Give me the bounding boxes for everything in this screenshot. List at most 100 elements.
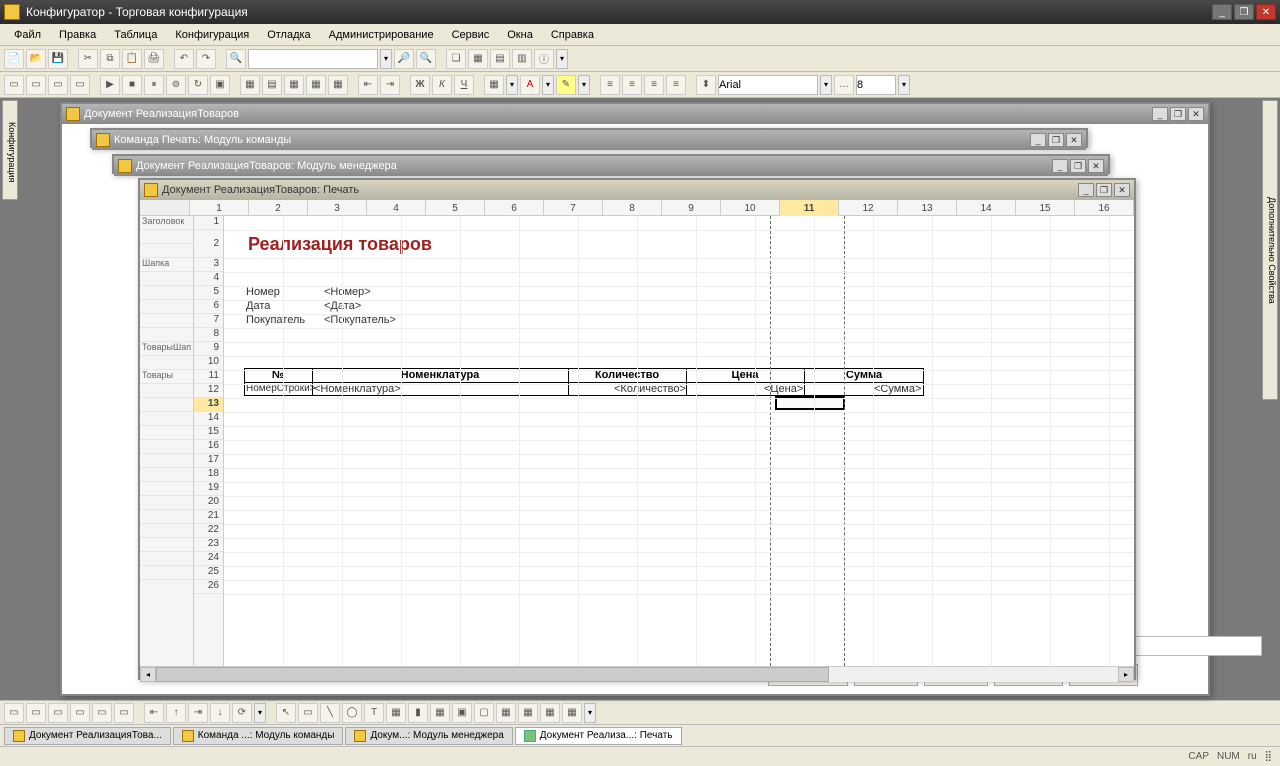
menu-help[interactable]: Справка — [543, 27, 602, 43]
mgr-close-button[interactable]: ✕ — [1088, 159, 1104, 173]
row-header-25[interactable]: 25 — [194, 566, 223, 580]
split-icon[interactable]: ▤ — [262, 75, 282, 95]
row-header-18[interactable]: 18 — [194, 468, 223, 482]
row-header-10[interactable]: 10 — [194, 356, 223, 370]
row-numbers[interactable]: 1234567891011121314151617181920212223242… — [194, 216, 224, 666]
row-header-8[interactable]: 8 — [194, 328, 223, 342]
menu-windows[interactable]: Окна — [499, 27, 541, 43]
col-header-4[interactable]: 4 — [367, 200, 426, 216]
spreadsheet-grid[interactable]: Реализация товаров Номер <Номер> Дата <Д… — [224, 216, 1134, 666]
find-next-icon[interactable]: 🔎 — [394, 49, 414, 69]
font-more-icon[interactable]: … — [834, 75, 854, 95]
row-header-7[interactable]: 7 — [194, 314, 223, 328]
scroll-left-icon[interactable]: ◂ — [140, 667, 156, 682]
row-header-13[interactable]: 13 — [194, 398, 223, 412]
col-header-2[interactable]: 2 — [249, 200, 308, 216]
save-icon[interactable]: 💾 — [48, 49, 68, 69]
row-header-11[interactable]: 11 — [194, 370, 223, 384]
row-header-9[interactable]: 9 — [194, 342, 223, 356]
col-header-3[interactable]: 3 — [308, 200, 367, 216]
copy-icon[interactable]: ⧉ — [100, 49, 120, 69]
bg-max-button[interactable]: ❐ — [1170, 107, 1186, 121]
col-resize-marker[interactable] — [844, 216, 845, 666]
underline-icon[interactable]: Ч — [454, 75, 474, 95]
find-prev-icon[interactable]: 🔍 — [416, 49, 436, 69]
hscroll[interactable]: ◂ ▸ — [140, 666, 1134, 682]
borders-drop-icon[interactable]: ▾ — [506, 75, 518, 95]
mgr-max-button[interactable]: ❐ — [1070, 159, 1086, 173]
column-ruler[interactable]: 12345678910111213141516 — [140, 200, 1134, 216]
open-icon[interactable]: 📂 — [26, 49, 46, 69]
menu-file[interactable]: Файл — [6, 27, 49, 43]
col-header-15[interactable]: 15 — [1016, 200, 1075, 216]
col-header-5[interactable]: 5 — [426, 200, 485, 216]
bold-icon[interactable]: Ж — [410, 75, 430, 95]
row-header-16[interactable]: 16 — [194, 440, 223, 454]
search-icon[interactable]: 🔍 — [226, 49, 246, 69]
print-max-button[interactable]: ❐ — [1096, 183, 1112, 197]
row-header-12[interactable]: 12 — [194, 384, 223, 398]
help-icon[interactable]: ⓘ — [534, 49, 554, 69]
row-header-15[interactable]: 15 — [194, 426, 223, 440]
sidepanel-props[interactable]: Дополнительно Свойства — [1262, 100, 1278, 400]
col-header-16[interactable]: 16 — [1075, 200, 1134, 216]
merge-icon[interactable]: ▦ — [240, 75, 260, 95]
window-print[interactable]: Документ РеализацияТоваров: Печать _ ❐ ✕… — [138, 178, 1136, 680]
menu-service[interactable]: Сервис — [444, 27, 498, 43]
stop-icon[interactable]: ■ — [122, 75, 142, 95]
row-header-1[interactable]: 1 — [194, 216, 223, 230]
align-left-icon[interactable]: ≡ — [600, 75, 620, 95]
outdent-icon[interactable]: ⇤ — [358, 75, 378, 95]
tab-doc[interactable]: Документ РеализацияТова... — [4, 727, 171, 745]
tool-c-icon[interactable]: ▥ — [512, 49, 532, 69]
menu-debug[interactable]: Отладка — [259, 27, 318, 43]
db-icon[interactable]: ▣ — [210, 75, 230, 95]
col-header-10[interactable]: 10 — [721, 200, 780, 216]
maximize-button[interactable]: ❐ — [1234, 4, 1254, 20]
help-drop-icon[interactable]: ▾ — [556, 49, 568, 69]
cmd-close-button[interactable]: ✕ — [1066, 133, 1082, 147]
row-header-5[interactable]: 5 — [194, 286, 223, 300]
fillcolor-icon[interactable]: ✎ — [556, 75, 576, 95]
close-button[interactable]: ✕ — [1256, 4, 1276, 20]
indent-icon[interactable]: ⇥ — [380, 75, 400, 95]
col-header-11[interactable]: 11 — [780, 200, 839, 216]
grid2-icon[interactable]: ▦ — [306, 75, 326, 95]
row-header-22[interactable]: 22 — [194, 524, 223, 538]
tool-b-icon[interactable]: ▤ — [490, 49, 510, 69]
row-header-17[interactable]: 17 — [194, 454, 223, 468]
align-justify-icon[interactable]: ≡ — [666, 75, 686, 95]
grid1-icon[interactable]: ▦ — [284, 75, 304, 95]
font-drop-icon[interactable]: ▾ — [820, 75, 832, 95]
scroll-thumb[interactable] — [156, 667, 829, 682]
cmd-max-button[interactable]: ❐ — [1048, 133, 1064, 147]
paste-icon[interactable]: 📋 — [122, 49, 142, 69]
row-header-24[interactable]: 24 — [194, 552, 223, 566]
italic-icon[interactable]: К — [432, 75, 452, 95]
tab-mgr[interactable]: Докум...: Модуль менеджера — [345, 727, 512, 745]
row-header-23[interactable]: 23 — [194, 538, 223, 552]
print-close-button[interactable]: ✕ — [1114, 183, 1130, 197]
row-header-26[interactable]: 26 — [194, 580, 223, 594]
print-icon[interactable]: 🖨 — [144, 49, 164, 69]
fontcolor-drop-icon[interactable]: ▾ — [542, 75, 554, 95]
minimize-button[interactable]: _ — [1212, 4, 1232, 20]
row-header-20[interactable]: 20 — [194, 496, 223, 510]
new-icon[interactable]: 📄 — [4, 49, 24, 69]
align-center-icon[interactable]: ≡ — [622, 75, 642, 95]
run-icon[interactable]: ▶ — [100, 75, 120, 95]
size-combo[interactable] — [856, 75, 896, 95]
col-header-9[interactable]: 9 — [662, 200, 721, 216]
row-header-2[interactable]: 2 — [194, 230, 223, 258]
cut-icon[interactable]: ✂ — [78, 49, 98, 69]
font-combo[interactable] — [718, 75, 818, 95]
tab-print[interactable]: Документ Реализа...: Печать — [515, 727, 682, 745]
grid3-icon[interactable]: ▦ — [328, 75, 348, 95]
size-drop-icon[interactable]: ▾ — [898, 75, 910, 95]
fontcolor-icon[interactable]: A — [520, 75, 540, 95]
align-right-icon[interactable]: ≡ — [644, 75, 664, 95]
menu-config[interactable]: Конфигурация — [167, 27, 257, 43]
globe-icon[interactable]: ⊚ — [166, 75, 186, 95]
col-header-12[interactable]: 12 — [839, 200, 898, 216]
pause-icon[interactable]: ⏸ — [144, 75, 164, 95]
